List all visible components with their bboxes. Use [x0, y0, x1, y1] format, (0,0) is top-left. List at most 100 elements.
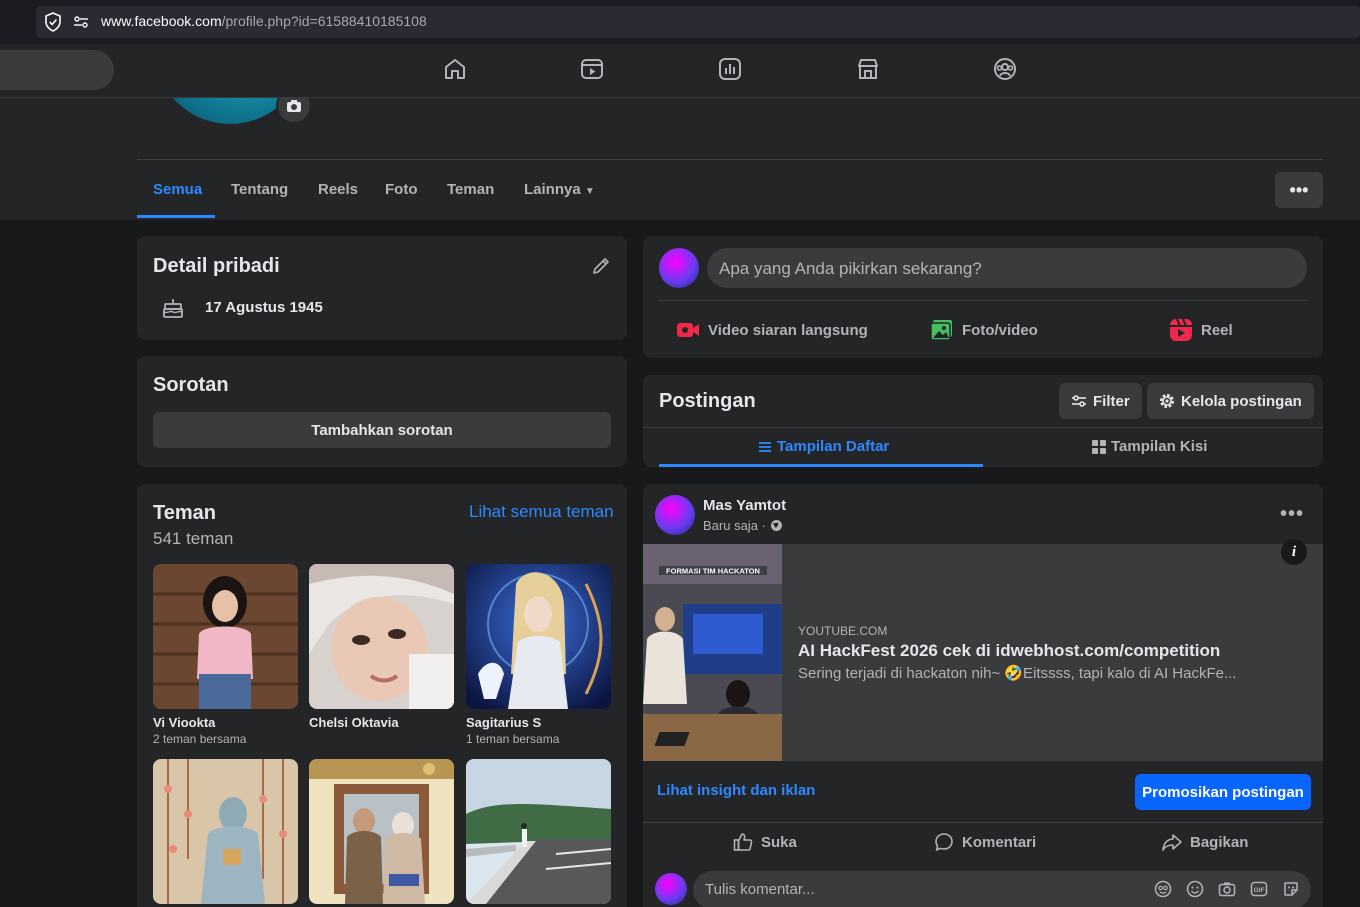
live-video-label: Video siaran langsung: [708, 321, 868, 339]
reel-button[interactable]: Reel: [1169, 318, 1233, 342]
reel-label: Reel: [1201, 321, 1233, 339]
share-button[interactable]: Bagikan: [1162, 832, 1248, 852]
sticker-icon[interactable]: [1282, 880, 1300, 898]
tab-lainnya[interactable]: Lainnya ▼: [524, 181, 595, 198]
user-avatar[interactable]: [659, 248, 699, 288]
like-button[interactable]: Suka: [733, 832, 797, 852]
add-highlight-button[interactable]: Tambahkan sorotan: [153, 412, 611, 448]
post-time-label: Baru saja ·: [703, 518, 766, 533]
reel-icon: [1170, 318, 1192, 341]
shield-icon[interactable]: [44, 12, 62, 32]
post-options-icon[interactable]: •••: [1280, 503, 1304, 526]
comment-icon: [935, 833, 953, 851]
marketplace-icon[interactable]: [855, 56, 881, 82]
promote-post-button[interactable]: Promosikan postingan: [1135, 774, 1311, 810]
personal-details-card: [137, 236, 627, 340]
tab-lainnya-label: Lainnya: [524, 181, 581, 198]
thumbs-up-icon: [733, 833, 753, 851]
live-video-button[interactable]: Video siaran langsung: [676, 318, 868, 342]
live-video-icon: [677, 323, 699, 337]
grid-icon: [1092, 439, 1106, 454]
grid-view-tab[interactable]: Tampilan Kisi: [1092, 438, 1207, 455]
friend-photo[interactable]: [309, 564, 454, 709]
link-description: Sering terjadi di hackaton nih~ 🤣Eitssss…: [798, 665, 1237, 682]
gear-icon: [1160, 394, 1174, 408]
emoji-icon[interactable]: [1186, 880, 1204, 898]
see-all-friends-link[interactable]: Lihat semua teman: [469, 502, 614, 522]
link-title[interactable]: AI HackFest 2026 cek di idwebhost.com/co…: [798, 641, 1220, 661]
url-host: www.facebook.com: [101, 13, 222, 29]
reactions-divider: [643, 822, 1323, 823]
profile-more-button[interactable]: •••: [1275, 172, 1323, 208]
friends-count: 541 teman: [153, 529, 234, 548]
pencil-icon[interactable]: [590, 255, 612, 277]
friend-photo[interactable]: [466, 564, 611, 709]
avatar-sticker-icon[interactable]: [1154, 880, 1172, 898]
tab-semua[interactable]: Semua: [153, 181, 202, 198]
like-label: Suka: [761, 833, 797, 851]
view-divider: [643, 427, 1323, 428]
groups-icon[interactable]: [992, 56, 1018, 82]
post-author-avatar[interactable]: [655, 495, 695, 535]
grid-view-label: Tampilan Kisi: [1111, 438, 1208, 455]
tab-reels[interactable]: Reels: [318, 181, 358, 198]
post-author-name[interactable]: Mas Yamtot: [703, 497, 786, 514]
svg-text:GIF: GIF: [1254, 887, 1265, 894]
friend-photo[interactable]: [153, 564, 298, 709]
friend-name[interactable]: Sagitarius S: [466, 715, 541, 730]
thumb-caption: FORMASI TIM HACKATON: [666, 567, 760, 576]
friend-name[interactable]: Chelsi Oktavia: [309, 715, 399, 730]
photo-video-button[interactable]: Foto/video: [930, 318, 1038, 342]
video-icon[interactable]: [579, 56, 605, 82]
home-icon[interactable]: [442, 56, 468, 82]
camera-icon[interactable]: [1218, 880, 1236, 898]
tab-teman[interactable]: Teman: [447, 181, 494, 198]
manage-posts-label: Kelola postingan: [1181, 392, 1302, 410]
photo-video-icon: [930, 320, 952, 341]
tab-foto[interactable]: Foto: [385, 181, 417, 198]
gif-icon[interactable]: GIF: [1250, 880, 1268, 898]
composer-input[interactable]: Apa yang Anda pikirkan sekarang?: [707, 248, 1307, 288]
link-domain: YOUTUBE.COM: [798, 624, 888, 638]
tab-tentang[interactable]: Tentang: [231, 181, 288, 198]
photo-video-label: Foto/video: [962, 321, 1038, 339]
active-view-indicator: [659, 464, 983, 467]
friends-title: Teman: [153, 502, 216, 524]
globe-icon: [770, 520, 782, 531]
share-label: Bagikan: [1190, 833, 1249, 851]
friend-photo[interactable]: [466, 759, 611, 904]
posts-title: Postingan: [659, 390, 756, 412]
caret-down-icon: ▼: [584, 186, 595, 197]
manage-posts-button[interactable]: Kelola postingan: [1147, 383, 1314, 419]
browser-toolbar: www.facebook.com/profile.php?id=61588410…: [0, 0, 1360, 44]
friend-mutual: 1 teman bersama: [466, 732, 560, 746]
list-icon: [759, 441, 771, 452]
highlights-title: Sorotan: [153, 374, 229, 396]
friend-photo[interactable]: [153, 759, 298, 904]
profile-header: Semua Tentang Reels Foto Teman Lainnya ▼…: [0, 98, 1360, 220]
search-input[interactable]: [0, 50, 114, 90]
comment-label: Komentari: [962, 833, 1037, 851]
list-view-label: Tampilan Daftar: [777, 438, 890, 455]
list-view-tab[interactable]: Tampilan Daftar: [758, 438, 889, 455]
info-icon[interactable]: i: [1281, 539, 1307, 565]
dashboard-icon[interactable]: [717, 56, 743, 82]
commenter-avatar[interactable]: [655, 873, 687, 905]
birthday-text: 17 Agustus 1945: [205, 299, 323, 316]
header-divider: [137, 159, 1323, 160]
active-tab-indicator: [137, 215, 215, 218]
friend-photo[interactable]: [309, 759, 454, 904]
link-thumbnail[interactable]: FORMASI TIM HACKATON: [643, 544, 782, 761]
share-icon: [1162, 834, 1182, 851]
filter-button[interactable]: Filter: [1059, 383, 1142, 419]
comment-button[interactable]: Komentari: [934, 832, 1036, 852]
permissions-icon[interactable]: [72, 13, 90, 31]
composer-divider: [659, 300, 1307, 301]
friend-mutual: 2 teman bersama: [153, 732, 247, 746]
url-text[interactable]: www.facebook.com/profile.php?id=61588410…: [101, 13, 427, 29]
insights-link[interactable]: Lihat insight dan iklan: [657, 782, 815, 799]
post-timestamp[interactable]: Baru saja ·: [703, 518, 783, 533]
friend-name[interactable]: Vi Viookta: [153, 715, 215, 730]
birthday-cake-icon: [163, 299, 183, 318]
camera-icon[interactable]: [276, 98, 312, 124]
